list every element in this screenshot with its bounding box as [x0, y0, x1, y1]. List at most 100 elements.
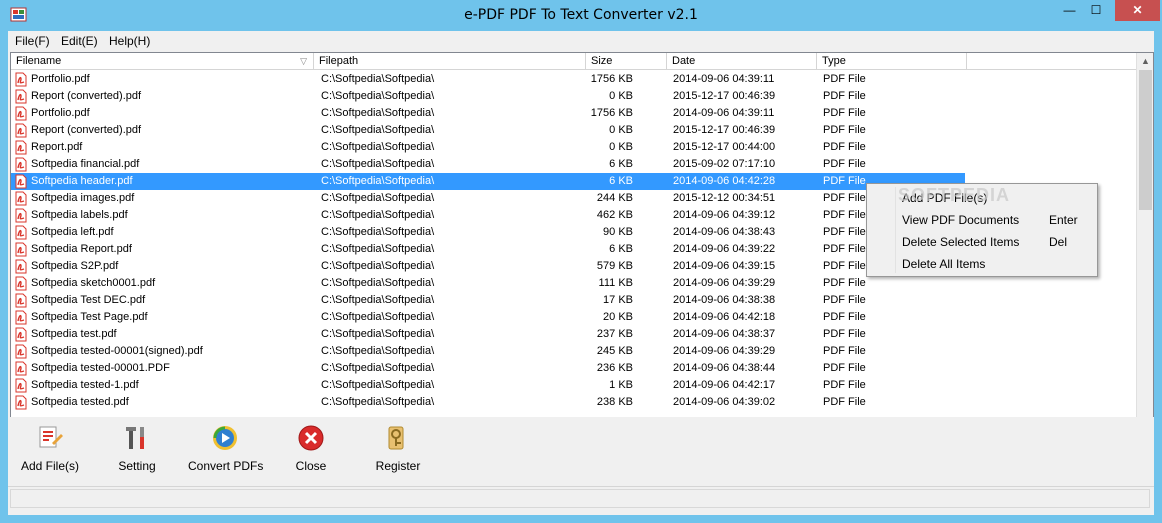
table-row[interactable]: Report (converted).pdf C:\Softpedia\Softp…	[11, 122, 1137, 139]
menu-edit[interactable]: Edit(E)	[61, 34, 98, 48]
pdf-file-icon	[15, 310, 27, 325]
pdf-file-icon	[15, 225, 27, 240]
column-header-filepath[interactable]: Filepath	[314, 53, 586, 70]
table-row[interactable]: Portfolio.pdf C:\Softpedia\Softpedia\ 1756…	[11, 105, 1137, 122]
pdf-file-icon	[15, 191, 27, 206]
cell-size: 245 KB	[596, 345, 633, 357]
table-row[interactable]: Softpedia tested.pdf C:\Softpedia\Softped…	[11, 394, 1137, 411]
cell-date: 2014-09-06 04:39:15	[673, 260, 776, 272]
context-menu-item[interactable]: Delete Selected Items Del	[867, 231, 1097, 253]
setting-label: Setting	[118, 459, 156, 473]
cell-date: 2015-12-12 00:34:51	[673, 192, 776, 204]
cell-date: 2014-09-06 04:39:12	[673, 209, 776, 221]
title-bar[interactable]: e-PDF PDF To Text Converter v2.1 — ☐ ✕	[0, 0, 1162, 31]
cell-type: PDF File	[823, 396, 866, 408]
scroll-thumb[interactable]	[1139, 70, 1152, 210]
column-header-date[interactable]: Date	[667, 53, 817, 70]
cell-filepath: C:\Softpedia\Softpedia\	[321, 192, 435, 204]
table-row[interactable]: Softpedia sketch0001.pdf C:\Softpedia\Sof…	[11, 275, 1137, 292]
pdf-file-icon	[15, 378, 27, 393]
cell-size: 0 KB	[609, 90, 633, 102]
cell-filename: Report (converted).pdf	[31, 90, 142, 102]
add-files-button[interactable]: Add File(s)	[20, 423, 80, 473]
table-row[interactable]: Softpedia tested-00001(signed).pdf C:\Sof…	[11, 343, 1137, 360]
cell-filename: Softpedia images.pdf	[31, 192, 135, 204]
cell-date: 2014-09-06 04:38:43	[673, 226, 776, 238]
cell-date: 2014-09-06 04:39:22	[673, 243, 776, 255]
pdf-file-icon	[15, 174, 27, 189]
context-menu-item[interactable]: View PDF Documents Enter	[867, 209, 1097, 231]
convert-icon	[213, 426, 237, 450]
pdf-file-icon	[15, 72, 27, 87]
table-row[interactable]: Softpedia Test Page.pdf C:\Softpedia\Soft…	[11, 309, 1137, 326]
add-files-icon	[39, 426, 63, 448]
cell-date: 2015-12-17 00:46:39	[673, 124, 776, 136]
register-button[interactable]: Register	[373, 423, 423, 473]
close-button[interactable]: Close	[291, 423, 331, 473]
minimize-button[interactable]: —	[1056, 0, 1083, 21]
cell-filepath: C:\Softpedia\Softpedia\	[321, 107, 435, 119]
cell-filename: Portfolio.pdf	[31, 73, 90, 85]
table-row[interactable]: Softpedia Test DEC.pdf C:\Softpedia\Softp…	[11, 292, 1137, 309]
close-window-button[interactable]: ✕	[1115, 0, 1160, 21]
vertical-scrollbar[interactable]: ▲ ▼	[1136, 53, 1153, 445]
cell-size: 6 KB	[609, 243, 633, 255]
cell-size: 0 KB	[609, 124, 633, 136]
window-title: e-PDF PDF To Text Converter v2.1	[464, 7, 698, 23]
convert-pdfs-button[interactable]: Convert PDFs	[188, 423, 263, 473]
cell-type: PDF File	[823, 362, 866, 374]
app-window: e-PDF PDF To Text Converter v2.1 — ☐ ✕ F…	[0, 0, 1162, 523]
pdf-file-icon	[15, 361, 27, 376]
cell-size: 0 KB	[609, 141, 633, 153]
status-bar	[8, 486, 1154, 509]
menu-bar: File(F) Edit(E) Help(H)	[8, 31, 1154, 51]
list-header: Filename ▽ Filepath Size Date Type	[11, 53, 1137, 70]
cell-size: 238 KB	[596, 396, 633, 408]
close-label: Close	[295, 459, 327, 473]
cell-filepath: C:\Softpedia\Softpedia\	[321, 141, 435, 153]
cell-filepath: C:\Softpedia\Softpedia\	[321, 379, 435, 391]
context-menu-item-shortcut: Enter	[1049, 213, 1078, 227]
cell-filepath: C:\Softpedia\Softpedia\	[321, 362, 435, 374]
cell-filepath: C:\Softpedia\Softpedia\	[321, 158, 435, 170]
table-row[interactable]: Softpedia financial.pdf C:\Softpedia\Soft…	[11, 156, 1137, 173]
cell-size: 111 KB	[598, 277, 633, 289]
pdf-file-icon	[15, 276, 27, 291]
setting-button[interactable]: Setting	[112, 423, 162, 473]
cell-type: PDF File	[823, 277, 866, 289]
maximize-button[interactable]: ☐	[1083, 0, 1109, 21]
add-files-label: Add File(s)	[20, 459, 79, 473]
pdf-file-icon	[15, 157, 27, 172]
menu-help[interactable]: Help(H)	[109, 34, 150, 48]
cell-size: 1756 KB	[590, 107, 633, 119]
column-header-type[interactable]: Type	[817, 53, 967, 70]
context-menu-item[interactable]: Delete All Items	[867, 253, 1097, 275]
cell-date: 2014-09-06 04:39:02	[673, 396, 776, 408]
cell-filename: Softpedia header.pdf	[31, 175, 133, 187]
table-row[interactable]: Report.pdf C:\Softpedia\Softpedia\ 0 KB 201…	[11, 139, 1137, 156]
table-row[interactable]: Softpedia tested-1.pdf C:\Softpedia\Softp…	[11, 377, 1137, 394]
pdf-file-icon	[15, 344, 27, 359]
table-row[interactable]: Portfolio.pdf C:\Softpedia\Softpedia\ 1756…	[11, 71, 1137, 88]
cell-type: PDF File	[823, 345, 866, 357]
cell-type: PDF File	[823, 73, 866, 85]
cell-type: PDF File	[823, 328, 866, 340]
menu-file[interactable]: File(F)	[15, 34, 50, 48]
cell-filepath: C:\Softpedia\Softpedia\	[321, 90, 435, 102]
table-row[interactable]: Softpedia test.pdf C:\Softpedia\Softpedia…	[11, 326, 1137, 343]
cell-size: 20 KB	[603, 311, 633, 323]
column-header-filename[interactable]: Filename ▽	[11, 53, 314, 70]
sort-arrow-icon: ▽	[300, 56, 307, 66]
cell-filename: Softpedia labels.pdf	[31, 209, 128, 221]
cell-size: 244 KB	[596, 192, 633, 204]
scroll-up-icon[interactable]: ▲	[1137, 53, 1153, 70]
column-header-size[interactable]: Size	[586, 53, 667, 70]
table-row[interactable]: Report (converted).pdf C:\Softpedia\Softp…	[11, 88, 1137, 105]
cell-filepath: C:\Softpedia\Softpedia\	[321, 277, 435, 289]
pdf-file-icon	[15, 140, 27, 155]
table-row[interactable]: Softpedia tested-00001.PDF C:\Softpedia\S…	[11, 360, 1137, 377]
toolbar: Add File(s) Setting Convert PDFs Close R…	[8, 417, 1154, 485]
cell-size: 1756 KB	[590, 73, 633, 85]
cell-date: 2014-09-06 04:39:11	[673, 107, 775, 119]
cell-size: 237 KB	[596, 328, 633, 340]
